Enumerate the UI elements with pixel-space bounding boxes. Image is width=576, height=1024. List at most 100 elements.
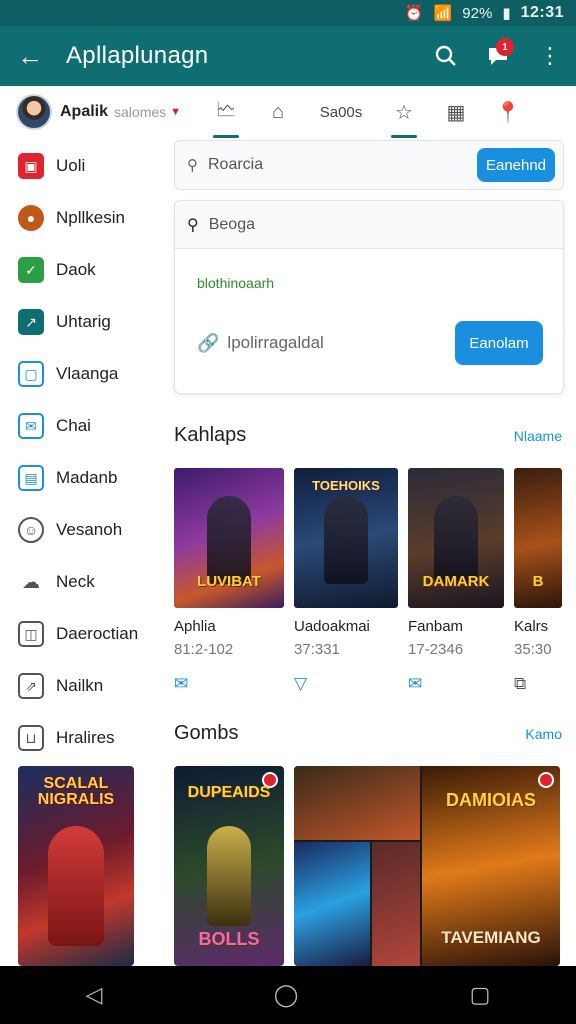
sidebar-item-11[interactable]: ⇗ Nailkn bbox=[0, 660, 160, 712]
sidebar-item-5[interactable]: ▢ Vlaanga bbox=[0, 348, 160, 400]
more-vert-icon[interactable]: ⋮ bbox=[524, 26, 576, 86]
notification-button[interactable]: 1 bbox=[472, 26, 524, 86]
game-card[interactable]: DAMARK Fanbam 17-2346 ✉ bbox=[408, 468, 504, 694]
suggestion-link[interactable]: blothinoaarh bbox=[197, 275, 274, 291]
search-input[interactable]: Roarcia bbox=[208, 156, 477, 174]
sidebar-item-7[interactable]: ▤ Madanb bbox=[0, 452, 160, 504]
share-icon: ⇗ bbox=[18, 673, 44, 699]
home-circle-icon[interactable]: ◯ bbox=[274, 982, 299, 1008]
back-triangle-icon[interactable]: ◁ bbox=[86, 982, 103, 1008]
sidebar-item-3[interactable]: ✓ Daok bbox=[0, 244, 160, 296]
collage-image bbox=[372, 842, 420, 966]
mail-icon: ✉ bbox=[18, 413, 44, 439]
star-icon: ☆ bbox=[395, 101, 413, 124]
sidebar-item-label: Uoli bbox=[56, 156, 86, 175]
cover-logo-text: TOEHOIKS bbox=[312, 478, 380, 493]
side-banner-image[interactable]: SCALAL NIGRALIS bbox=[18, 766, 134, 966]
cover-logo-text: BOLLS bbox=[198, 929, 260, 949]
search-icon[interactable] bbox=[420, 26, 472, 86]
back-arrow-icon[interactable]: ← bbox=[0, 26, 60, 86]
recents-square-icon[interactable]: ▢ bbox=[470, 982, 491, 1008]
profile-switcher[interactable]: Apalik salomes ▼ bbox=[0, 94, 200, 130]
sidebar-item-label: Uhtarig bbox=[56, 312, 111, 331]
tab-location[interactable]: 📍 bbox=[482, 86, 534, 138]
sidebar-item-label: Chai bbox=[56, 416, 91, 435]
sidebar-item-label: Vesanoh bbox=[56, 520, 123, 539]
section-title: Kahlaps bbox=[174, 424, 247, 446]
game-card[interactable]: B Kalrs 35:30 ⧉ bbox=[514, 468, 562, 694]
app-title: Apllaplunagn bbox=[66, 42, 209, 69]
app-bar: ← Apllaplunagn 1 ⋮ bbox=[0, 26, 576, 86]
search-input-2[interactable]: Beoga bbox=[209, 216, 255, 234]
section-header: Kahlaps Nlaame bbox=[174, 424, 562, 447]
sidebar-item-1[interactable]: ▣ Uoli bbox=[0, 140, 160, 192]
filter-icon[interactable]: ▽ bbox=[294, 674, 398, 694]
game-card[interactable]: LUVIBAT Aphlia 81:2-102 ✉ bbox=[174, 468, 284, 694]
frame-icon: ▢ bbox=[18, 361, 44, 387]
chart-icon: 🗠 bbox=[215, 99, 237, 121]
sidebar-item-label: Nailkn bbox=[56, 676, 104, 695]
search-button[interactable]: Eanehnd bbox=[477, 148, 555, 182]
status-bar: ⏰ 📶 92% ▮ 12:31 bbox=[0, 0, 576, 26]
location-pin-icon: 📍 bbox=[495, 101, 521, 124]
badge-icon bbox=[538, 772, 554, 788]
hero-figure bbox=[434, 496, 478, 584]
featured-game-collage[interactable]: DAMIOIAS TAVEMIANG bbox=[294, 766, 560, 966]
game-card[interactable]: TOEHOIKS Uadoakmai 37:331 ▽ bbox=[294, 468, 398, 694]
sidebar-item-4[interactable]: ↗ Uhtarig bbox=[0, 296, 160, 348]
check-icon: ✓ bbox=[18, 257, 44, 283]
home-icon: ⌂ bbox=[271, 100, 285, 123]
sidebar-item-10[interactable]: ◫ Daeroctian bbox=[0, 608, 160, 660]
sidebar-item-2[interactable]: ● Npllkesin bbox=[0, 192, 160, 244]
link-field[interactable]: lpolirragaldal bbox=[227, 333, 455, 353]
face-icon: ☺ bbox=[18, 517, 44, 543]
tab-chart[interactable]: 🗠 bbox=[200, 86, 252, 138]
search-icon: ⚲ bbox=[187, 157, 198, 174]
sidebar-item-label: Neck bbox=[56, 572, 95, 591]
tab-grid[interactable]: ▦ bbox=[430, 86, 482, 138]
clock: 12:31 bbox=[520, 4, 564, 21]
mail-icon[interactable]: ✉ bbox=[408, 674, 504, 694]
system-nav-bar: ◁ ◯ ▢ bbox=[0, 966, 576, 1024]
tab-home[interactable]: ⌂ bbox=[252, 86, 304, 138]
tab-star[interactable]: ☆ bbox=[378, 86, 430, 138]
profile-sub: salomes bbox=[114, 104, 167, 120]
sidebar-item-8[interactable]: ☺ Vesanoh bbox=[0, 504, 160, 556]
game-cover-image: B bbox=[514, 468, 562, 608]
alarm-icon: ⏰ bbox=[404, 5, 424, 22]
collage-image: DAMIOIAS TAVEMIANG bbox=[422, 766, 560, 966]
chart-icon: ↗ bbox=[18, 309, 44, 335]
sidebar-item-label: Hralires bbox=[56, 728, 115, 747]
chevron-down-icon: ▼ bbox=[170, 106, 182, 118]
sidebar-item-label: Daeroctian bbox=[56, 624, 139, 643]
see-more-link[interactable]: Kamo bbox=[525, 726, 562, 742]
box-icon: ◫ bbox=[18, 621, 44, 647]
notification-badge: 1 bbox=[496, 38, 514, 56]
cover-logo-text: DUPEAIDS bbox=[187, 784, 271, 801]
sidebar-item-label: Daok bbox=[56, 260, 96, 279]
hero-figure bbox=[207, 826, 251, 926]
panel-action-button[interactable]: Eanolam bbox=[455, 321, 543, 365]
game-cover-image: TOEHOIKS bbox=[294, 468, 398, 608]
see-more-link[interactable]: Nlaame bbox=[514, 428, 562, 444]
side-banner-title: SCALAL NIGRALIS bbox=[37, 775, 115, 808]
search-bar: ⚲ Roarcia Eanehnd bbox=[174, 140, 564, 190]
sidebar-item-12[interactable]: ⊔ Hralires bbox=[0, 712, 160, 764]
mail-icon[interactable]: ✉ bbox=[174, 674, 284, 694]
bag-icon: ⊔ bbox=[18, 725, 44, 751]
game-cover-image: LUVIBAT bbox=[174, 468, 284, 608]
collage-image bbox=[294, 766, 420, 840]
profile-name: Apalik bbox=[60, 103, 109, 120]
tab-text[interactable]: Sa00s bbox=[304, 86, 378, 138]
section-header: Gombs Kamo bbox=[174, 722, 562, 745]
media-icon[interactable]: ⧉ bbox=[514, 674, 562, 694]
game-stat: 37:331 bbox=[294, 641, 340, 658]
hero-figure bbox=[324, 496, 368, 584]
game-avatar-icon: ● bbox=[18, 205, 44, 231]
sidebar: ▣ Uoli ● Npllkesin ✓ Daok ↗ Uhtarig ▢ Vlaanga… bbox=[0, 140, 160, 764]
cover-logo-text: DAMARK bbox=[422, 573, 490, 590]
sidebar-item-6[interactable]: ✉ Chai bbox=[0, 400, 160, 452]
featured-game-card[interactable]: DUPEAIDS BOLLS bbox=[174, 766, 284, 966]
game-cover-image: DAMARK bbox=[408, 468, 504, 608]
sidebar-item-9[interactable]: ☁ Neck bbox=[0, 556, 160, 608]
